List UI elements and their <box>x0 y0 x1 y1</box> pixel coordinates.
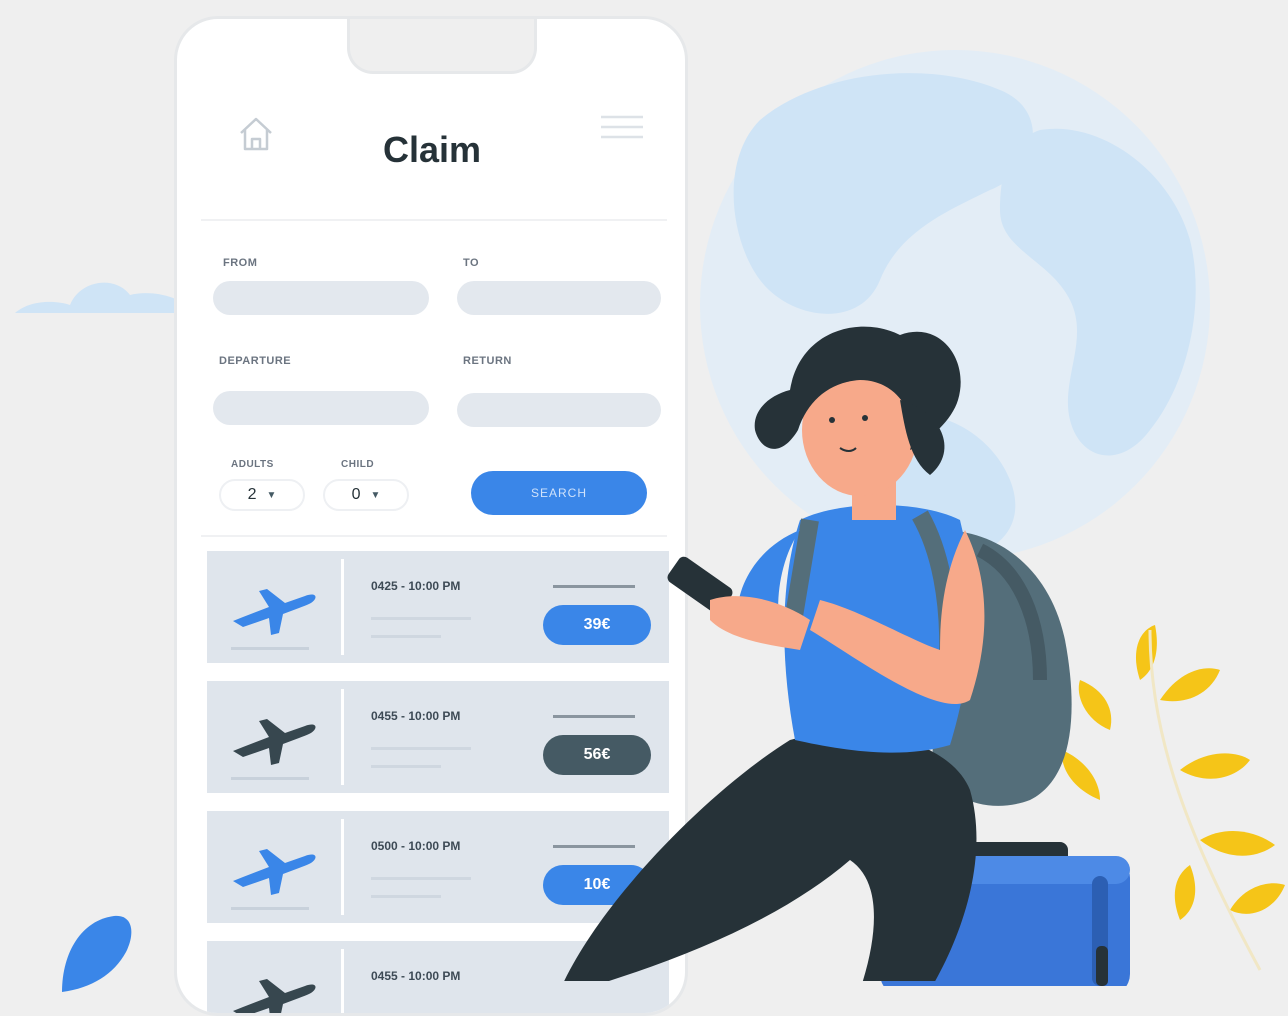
placeholder-line <box>371 895 441 898</box>
placeholder-line <box>371 635 441 638</box>
plane-area <box>207 941 341 1013</box>
flight-times: 0455 - 10:00 PM <box>371 709 461 723</box>
home-icon[interactable] <box>233 111 279 157</box>
child-value: 0 <box>351 486 361 503</box>
adults-stepper[interactable]: 2 ▼ <box>219 479 305 511</box>
departure-field[interactable] <box>213 391 429 425</box>
placeholder-line <box>371 747 471 750</box>
plane-area <box>207 811 341 923</box>
departure-label: DEPARTURE <box>219 355 292 367</box>
card-divider <box>341 559 344 655</box>
adults-label: ADULTS <box>231 459 274 470</box>
from-field[interactable] <box>213 281 429 315</box>
card-divider <box>341 949 344 1013</box>
header-divider <box>201 219 667 221</box>
runway-line <box>231 647 309 650</box>
card-divider <box>341 689 344 785</box>
page-title: Claim <box>382 129 482 170</box>
chevron-down-icon: ▼ <box>266 489 277 501</box>
from-label: FROM <box>223 257 258 269</box>
cloud-illustration <box>15 282 195 313</box>
hamburger-menu-icon[interactable] <box>597 111 647 151</box>
leaf-illustration <box>62 915 132 992</box>
adults-value: 2 <box>247 486 257 503</box>
airplane-icon <box>233 849 316 895</box>
phone-notch <box>347 19 537 74</box>
placeholder-line <box>371 877 471 880</box>
flight-times: 0425 - 10:00 PM <box>371 579 461 593</box>
plane-area <box>207 551 341 663</box>
runway-line <box>231 777 309 780</box>
child-stepper[interactable]: 0 ▼ <box>323 479 409 511</box>
chevron-down-icon: ▼ <box>370 489 381 501</box>
plane-area <box>207 681 341 793</box>
card-divider <box>341 819 344 915</box>
to-label: TO <box>463 257 480 269</box>
flight-times: 0500 - 10:00 PM <box>371 839 461 853</box>
airplane-icon <box>233 979 316 1013</box>
placeholder-line <box>371 617 471 620</box>
return-label: RETURN <box>463 355 512 367</box>
illustration-scene: Claim FROM TO DEPARTURE RETURN ADULTS 2 … <box>0 0 1288 1016</box>
person-illustration <box>564 326 1072 981</box>
runway-line <box>231 907 309 910</box>
airplane-icon <box>233 719 316 765</box>
child-label: CHILD <box>341 459 375 470</box>
placeholder-line <box>371 765 441 768</box>
airplane-icon <box>233 589 316 635</box>
